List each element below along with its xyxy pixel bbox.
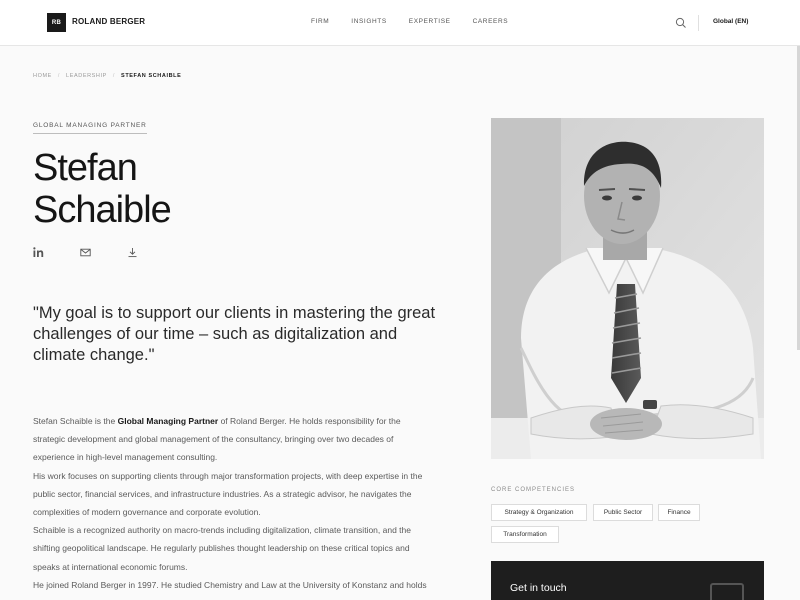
search-icon[interactable] [675, 17, 687, 29]
bio-paragraph: Schaible is a recognized authority on ma… [33, 525, 411, 572]
mail-icon[interactable] [80, 247, 91, 258]
logo[interactable]: RB [47, 13, 66, 32]
competency-tag[interactable]: Strategy & Organization [491, 504, 587, 521]
profile-role: GLOBAL MANAGING PARTNER [33, 122, 147, 134]
language-selector[interactable]: Global (EN) [713, 18, 748, 25]
bio-paragraph: His work focuses on supporting clients t… [33, 470, 423, 518]
breadcrumb-leadership[interactable]: LEADERSHIP [66, 73, 107, 79]
profile-quote: "My goal is to support our clients in ma… [33, 304, 436, 364]
first-name: Stefan [33, 147, 138, 189]
competencies-title: CORE COMPETENCIES [491, 487, 576, 493]
last-name: Schaible [33, 189, 172, 231]
profile-actions [33, 247, 174, 258]
breadcrumb: HOME / LEADERSHIP / STEFAN SCHAIBLE [33, 73, 181, 79]
contact-icon[interactable] [710, 583, 744, 600]
breadcrumb-current: STEFAN SCHAIBLE [121, 73, 182, 79]
header-divider [698, 15, 699, 31]
site-header: RB ROLAND BERGER FIRM INSIGHTS EXPERTISE… [0, 0, 800, 46]
profile-portrait [491, 118, 764, 459]
contact-panel[interactable]: Get in touch [491, 561, 764, 600]
bio-paragraph: Stefan Schaible is the Global Managing P… [33, 416, 401, 463]
profile-bio: Stefan Schaible is the Global Managing P… [33, 412, 433, 600]
competency-tag[interactable]: Finance [658, 504, 700, 521]
bio-highlight: Global Managing Partner [117, 416, 219, 426]
profile-name: Stefan Schaible [33, 147, 172, 231]
competency-tag[interactable]: Transformation [491, 526, 559, 543]
nav-item-firm[interactable]: FIRM [311, 18, 329, 25]
nav-item-expertise[interactable]: EXPERTISE [409, 18, 451, 25]
competency-tag[interactable]: Public Sector [593, 504, 653, 521]
brand-name[interactable]: ROLAND BERGER [72, 17, 145, 26]
breadcrumb-separator: / [57, 73, 61, 79]
contact-title: Get in touch [510, 582, 567, 594]
linkedin-icon[interactable] [33, 247, 44, 258]
breadcrumb-separator: / [112, 73, 116, 79]
main-nav: FIRM INSIGHTS EXPERTISE CAREERS [311, 18, 530, 25]
bio-paragraph: He joined Roland Berger in 1997. He stud… [33, 579, 427, 600]
nav-item-insights[interactable]: INSIGHTS [351, 18, 387, 25]
download-icon[interactable] [127, 247, 138, 258]
nav-item-careers[interactable]: CAREERS [473, 18, 509, 25]
breadcrumb-home[interactable]: HOME [33, 73, 52, 79]
